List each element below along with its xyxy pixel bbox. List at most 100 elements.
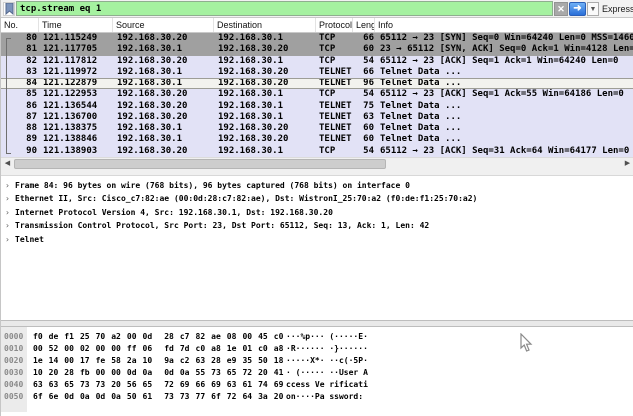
packet-cell-dst: 192.168.30.20 [214, 134, 316, 145]
packet-cell-src: 192.168.30.20 [113, 101, 214, 112]
packet-cell-no: 83 [1, 67, 39, 78]
packet-cell-dst: 192.168.30.1 [214, 56, 316, 67]
packet-cell-time: 121.119972 [39, 67, 113, 78]
hex-bytes[interactable]: 10 20 28 fb 00 00 0d 0a 0d 0a 55 73 65 7… [33, 367, 283, 379]
hex-bytes[interactable]: 00 52 00 02 00 00 ff 06 fd 7d c0 a8 1e 0… [33, 343, 283, 355]
column-header-protocol[interactable]: Protocol [316, 18, 353, 32]
packet-row[interactable]: 84121.122879192.168.30.1192.168.30.20TEL… [1, 78, 633, 89]
packet-cell-proto: TCP [316, 44, 353, 55]
packet-cell-info: 65112 → 23 [ACK] Seq=31 Ack=64 Win=64177… [375, 146, 633, 157]
packet-bytes-pane: 0000 f0 de f1 25 70 a2 00 0d 28 c7 82 ae … [1, 327, 633, 416]
hex-offset: 0040 [4, 379, 23, 391]
display-filter-bar: ✕ ➜ ▼ Expression… [1, 0, 633, 18]
hex-row: 0000 f0 de f1 25 70 a2 00 0d 28 c7 82 ae … [1, 331, 633, 343]
packet-cell-dst: 192.168.30.1 [214, 101, 316, 112]
packet-cell-len: 54 [353, 56, 375, 67]
packet-cell-dst: 192.168.30.1 [214, 112, 316, 123]
display-filter-input[interactable] [16, 1, 553, 16]
packet-list-hscrollbar[interactable]: ◀ ▶ [1, 157, 633, 170]
hex-bytes[interactable]: 1e 14 00 17 fe 58 2a 10 9a c2 63 28 e9 3… [33, 355, 283, 367]
hex-ascii[interactable]: ···%p··· (·····E· [286, 331, 368, 343]
detail-row[interactable]: ›Frame 84: 96 bytes on wire (768 bits), … [1, 179, 633, 192]
packet-row[interactable]: 81121.117705192.168.30.1192.168.30.20TCP… [1, 44, 633, 55]
detail-row[interactable]: › Transmission Control Protocol, Src Port… [1, 219, 633, 232]
expression-button[interactable]: Expression… [602, 4, 633, 14]
column-header-time[interactable]: Time [39, 18, 113, 32]
packet-cell-no: 81 [1, 44, 39, 55]
expand-chevron-icon[interactable]: › [5, 233, 10, 246]
details-bytes-splitter[interactable] [1, 320, 633, 327]
packet-row[interactable]: 80121.115249192.168.30.20192.168.30.1TCP… [1, 33, 633, 44]
packet-row[interactable]: 85121.122953192.168.30.20192.168.30.1TCP… [1, 89, 633, 100]
packet-cell-len: 75 [353, 101, 375, 112]
filter-dropdown-button[interactable]: ▼ [587, 2, 599, 16]
packet-cell-src: 192.168.30.20 [113, 56, 214, 67]
packet-cell-info: Telnet Data ... [375, 134, 633, 145]
packet-cell-proto: TELNET [316, 134, 353, 145]
detail-row-text: Transmission Control Protocol, Src Port:… [15, 221, 429, 230]
expand-chevron-icon[interactable]: › [5, 206, 10, 219]
hex-bytes[interactable]: f0 de f1 25 70 a2 00 0d 28 c7 82 ae 08 0… [33, 331, 283, 343]
hex-bytes[interactable]: 6f 6e 0d 0a 0d 0a 50 61 73 73 77 6f 72 6… [33, 391, 283, 403]
packet-cell-len: 66 [353, 67, 375, 78]
packet-cell-src: 192.168.30.20 [113, 33, 214, 44]
column-header-source[interactable]: Source [113, 18, 214, 32]
packet-row[interactable]: 87121.136700192.168.30.20192.168.30.1TEL… [1, 112, 633, 123]
packet-cell-time: 121.136700 [39, 112, 113, 123]
packet-cell-no: 90 [1, 146, 39, 157]
packet-cell-len: 54 [353, 89, 375, 100]
hex-offset: 0020 [4, 355, 23, 367]
detail-row[interactable]: › Ethernet II, Src: Cisco_c7:82:ae (00:0d… [1, 192, 633, 205]
hex-ascii[interactable]: ccess Ve rificati [286, 379, 368, 391]
packet-row[interactable]: 86121.136544192.168.30.20192.168.30.1TEL… [1, 101, 633, 112]
column-header-length[interactable]: Length [353, 18, 375, 32]
hex-offset: 0000 [4, 331, 23, 343]
packet-cell-src: 192.168.30.1 [113, 123, 214, 134]
packet-row[interactable]: 83121.119972192.168.30.1192.168.30.20TEL… [1, 67, 633, 78]
clear-filter-button[interactable]: ✕ [554, 2, 568, 16]
packet-cell-no: 87 [1, 112, 39, 123]
packet-cell-info: 23 → 65112 [SYN, ACK] Seq=0 Ack=1 Win=41… [375, 44, 633, 55]
packet-cell-no: 82 [1, 56, 39, 67]
expand-chevron-icon[interactable]: › [5, 219, 10, 232]
hscrollbar-thumb[interactable] [14, 159, 386, 169]
detail-row[interactable]: ›Telnet [1, 233, 633, 246]
hex-bytes[interactable]: 63 63 65 73 73 20 56 65 72 69 66 69 63 6… [33, 379, 283, 391]
packet-cell-proto: TCP [316, 146, 353, 157]
column-header-no[interactable]: No. [1, 18, 39, 32]
packet-cell-dst: 192.168.30.20 [214, 67, 316, 78]
packet-cell-src: 192.168.30.1 [113, 79, 214, 88]
packet-cell-dst: 192.168.30.1 [214, 146, 316, 157]
scroll-left-arrow-icon[interactable]: ◀ [1, 158, 14, 170]
column-header-info[interactable]: Info [375, 18, 633, 32]
packet-cell-len: 63 [353, 112, 375, 123]
scroll-right-arrow-icon[interactable]: ▶ [621, 158, 633, 170]
packet-row[interactable]: 88121.138375192.168.30.1192.168.30.20TEL… [1, 123, 633, 134]
hex-ascii[interactable]: · (····· ··User A [286, 367, 368, 379]
packet-cell-proto: TELNET [316, 79, 353, 88]
detail-row-text: Ethernet II, Src: Cisco_c7:82:ae (00:0d:… [15, 194, 477, 203]
filter-bookmark-button[interactable] [3, 2, 15, 16]
packet-cell-info: Telnet Data ... [375, 79, 633, 88]
hex-ascii[interactable]: on····Pa ssword: [286, 391, 368, 403]
hex-offset: 0030 [4, 367, 23, 379]
packet-cell-no: 80 [1, 33, 39, 44]
packet-row[interactable]: 90121.138903192.168.30.20192.168.30.1TCP… [1, 146, 633, 157]
packet-cell-no: 88 [1, 123, 39, 134]
packet-cell-proto: TELNET [316, 67, 353, 78]
packet-row[interactable]: 82121.117812192.168.30.20192.168.30.1TCP… [1, 56, 633, 67]
apply-filter-button[interactable]: ➜ [569, 2, 586, 16]
packet-cell-dst: 192.168.30.20 [214, 123, 316, 134]
packet-cell-src: 192.168.30.20 [113, 112, 214, 123]
column-header-destination[interactable]: Destination [214, 18, 316, 32]
expand-chevron-icon[interactable]: › [5, 179, 10, 192]
packet-row[interactable]: 89121.138846192.168.30.1192.168.30.20TEL… [1, 134, 633, 145]
hex-ascii[interactable]: ·R······ ·}······ [286, 343, 368, 355]
packet-list-header: No. Time Source Destination Protocol Len… [1, 18, 633, 33]
hex-row: 0020 1e 14 00 17 fe 58 2a 10 9a c2 63 28 … [1, 355, 633, 367]
packet-cell-no: 89 [1, 134, 39, 145]
packet-cell-info: 65112 → 23 [SYN] Seq=0 Win=64240 Len=0 M… [375, 33, 633, 44]
detail-row[interactable]: ›Internet Protocol Version 4, Src: 192.1… [1, 206, 633, 219]
expand-chevron-icon[interactable]: › [5, 192, 10, 205]
hex-ascii[interactable]: ·····X*· ··c(·5P· [286, 355, 368, 367]
